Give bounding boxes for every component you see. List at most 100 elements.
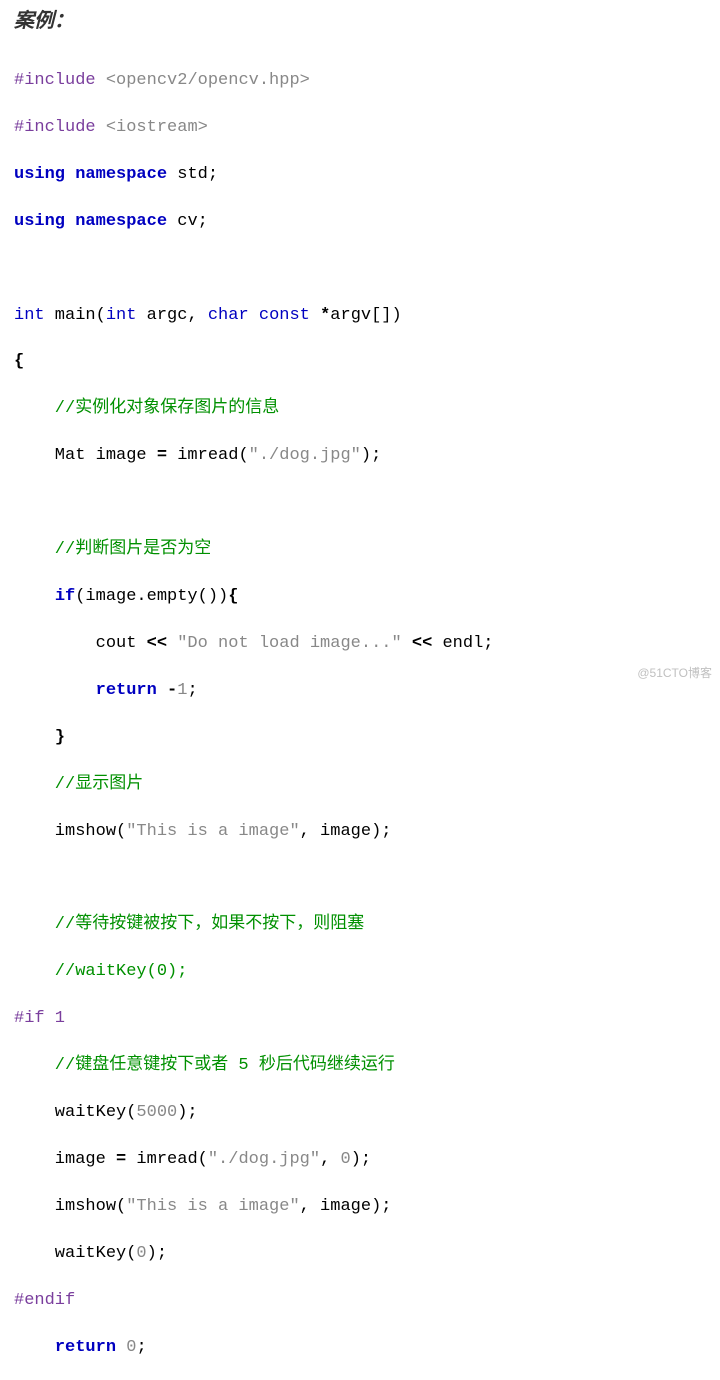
preproc-if: #if 1 (14, 1009, 65, 1028)
paren-semi: ); (361, 446, 381, 465)
code-line: { (14, 350, 706, 373)
stmt: cout (14, 634, 147, 653)
comment: //显示图片 (14, 775, 143, 794)
ident: argv (330, 306, 371, 325)
code-line: } (14, 726, 706, 749)
call: imread( (167, 446, 249, 465)
op-eq: = (157, 446, 167, 465)
call: waitKey( (14, 1103, 136, 1122)
preproc: #include (14, 118, 106, 137)
code-line: imshow("This is a image", image); (14, 820, 706, 843)
code-line: cout << "Do not load image..." << endl; (14, 632, 706, 655)
args: , image); (300, 1197, 392, 1216)
args: , image); (300, 822, 392, 841)
ident: std (167, 165, 208, 184)
comma: , (320, 1150, 340, 1169)
code-line: //判断图片是否为空 (14, 538, 706, 561)
semi: ; (198, 212, 208, 231)
include-path: <opencv2/opencv.hpp> (106, 71, 310, 90)
code-line: //键盘任意键按下或者 5 秒后代码继续运行 (14, 1054, 706, 1077)
code-line: //waitKey(0); (14, 960, 706, 983)
comment: //实例化对象保存图片的信息 (14, 399, 279, 418)
op-shl: << (147, 634, 167, 653)
stmt: Mat image (14, 446, 157, 465)
op-eq: = (116, 1150, 126, 1169)
code-line: waitKey(5000); (14, 1101, 706, 1124)
code-block: #include <opencv2/opencv.hpp> #include <… (14, 46, 706, 1380)
code-line: Mat image = imread("./dog.jpg"); (14, 444, 706, 467)
code-line: //显示图片 (14, 773, 706, 796)
kw-using: using (14, 165, 65, 184)
paren: []) (371, 306, 402, 325)
code-line: //等待按键被按下，如果不按下，则阻塞 (14, 913, 706, 936)
comma: , (187, 306, 207, 325)
code-line: image = imread("./dog.jpg", 0); (14, 1148, 706, 1171)
code-line: return -1; (14, 679, 706, 702)
type-int: int (14, 306, 45, 325)
semi: ; (187, 681, 197, 700)
code-line: int main(int argc, char const *argv[]) (14, 304, 706, 327)
blank-line (14, 866, 706, 889)
semi: ; (208, 165, 218, 184)
comment: //等待按键被按下，如果不按下，则阻塞 (14, 915, 364, 934)
code-line: #endif (14, 1289, 706, 1312)
brace-close: } (55, 728, 65, 747)
kw-using: using (14, 212, 65, 231)
num: 0 (340, 1150, 350, 1169)
cond: (image.empty()) (75, 587, 228, 606)
num: 5000 (136, 1103, 177, 1122)
code-line: return 0; (14, 1336, 706, 1359)
string: "This is a image" (126, 1197, 299, 1216)
code-line: if(image.empty()){ (14, 585, 706, 608)
type-int: int (106, 306, 137, 325)
call: waitKey( (14, 1244, 136, 1263)
op-shl: << (412, 634, 432, 653)
comment: //waitKey(0); (14, 962, 187, 981)
paren-semi: ); (351, 1150, 371, 1169)
preproc: #include (14, 71, 106, 90)
stmt: image (14, 1150, 116, 1169)
semi: ; (136, 1338, 146, 1357)
call: imshow( (14, 822, 126, 841)
paren-semi: ); (177, 1103, 197, 1122)
blank-line (14, 491, 706, 514)
op-minus: - (167, 681, 177, 700)
code-line: //实例化对象保存图片的信息 (14, 397, 706, 420)
string: "Do not load image..." (177, 634, 401, 653)
ident: argc (136, 306, 187, 325)
example-title: 案例： (14, 8, 706, 36)
kw-const: const (259, 306, 310, 325)
kw-return: return (96, 681, 157, 700)
ident: cv (167, 212, 198, 231)
num: 0 (136, 1244, 146, 1263)
code-line: using namespace cv; (14, 210, 706, 233)
kw-if: if (55, 587, 75, 606)
stmt: endl; (432, 634, 493, 653)
num: 0 (126, 1338, 136, 1357)
comment: //判断图片是否为空 (14, 540, 211, 559)
code-line: waitKey(0); (14, 1242, 706, 1265)
blank-line (14, 257, 706, 280)
string: "./dog.jpg" (249, 446, 361, 465)
code-line: #include <opencv2/opencv.hpp> (14, 69, 706, 92)
code-line: using namespace std; (14, 163, 706, 186)
paren: ( (96, 306, 106, 325)
code-line: imshow("This is a image", image); (14, 1195, 706, 1218)
code-line: #include <iostream> (14, 116, 706, 139)
call: imread( (126, 1150, 208, 1169)
fn-main: main (45, 306, 96, 325)
watermark: @51CTO博客 (637, 665, 712, 682)
string: "./dog.jpg" (208, 1150, 320, 1169)
brace-open: { (14, 352, 24, 371)
kw-namespace: namespace (75, 165, 167, 184)
include-path: <iostream> (106, 118, 208, 137)
kw-return: return (55, 1338, 116, 1357)
num: 1 (177, 681, 187, 700)
star: * (320, 306, 330, 325)
kw-namespace: namespace (75, 212, 167, 231)
comment: //键盘任意键按下或者 5 秒后代码继续运行 (14, 1056, 395, 1075)
string: "This is a image" (126, 822, 299, 841)
paren-semi: ); (147, 1244, 167, 1263)
brace-open: { (228, 587, 238, 606)
code-line: #if 1 (14, 1007, 706, 1030)
